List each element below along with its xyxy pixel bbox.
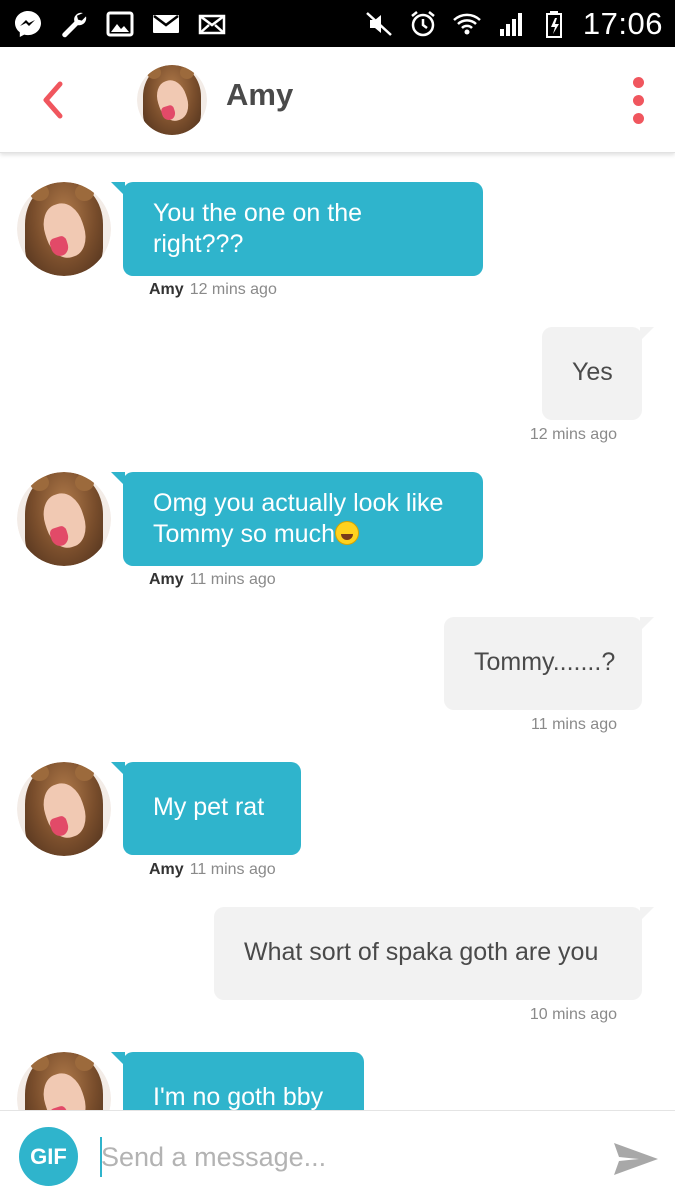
message-text: Yes [572,358,613,386]
alarm-icon [407,8,439,40]
contact-avatar[interactable] [137,65,207,135]
message-bubble-incoming[interactable]: My pet rat [111,762,301,855]
message-sender: Amy [149,281,184,298]
battery-icon [539,8,571,40]
laughing-emoji-icon [334,521,359,545]
contact-name[interactable]: Amy [226,77,293,113]
message-bubble-incoming[interactable]: I'm no goth bby [111,1052,364,1110]
message-bubble-outgoing[interactable]: What sort of spaka goth are you [214,907,654,1000]
notification-icons [12,6,228,42]
sender-avatar[interactable] [17,1052,111,1110]
message-text: Omg you actually look like Tommy so much [153,489,444,548]
message-text: My pet rat [153,793,265,821]
message-input[interactable] [101,1133,581,1181]
chat-header: Amy [0,47,675,153]
message-bubble-outgoing[interactable]: Tommy.......? [444,617,654,710]
sender-avatar[interactable] [17,762,111,856]
message-sender: Amy [149,571,184,588]
message-meta: Amy 11 mins ago [149,861,276,879]
message-time: 11 mins ago [189,571,276,588]
signal-icon [495,8,527,40]
gif-button[interactable]: GIF [19,1127,78,1186]
message-list[interactable]: You the one on the right??? Amy 12 mins a… [0,153,675,1110]
message-sender: Amy [149,861,184,878]
message-bubble-outgoing[interactable]: Yes [542,327,654,420]
status-bar: 17:06 [0,0,675,47]
message-bubble-incoming[interactable]: Omg you actually look like Tommy so much [111,472,483,566]
chevron-left-icon [43,81,63,119]
system-icons: 17:06 [363,4,663,44]
mute-icon [363,8,395,40]
message-time: 12 mins ago [189,281,277,298]
send-button[interactable] [610,1139,660,1179]
message-text: What sort of spaka goth are you [244,938,599,966]
message-text: I'm no goth bby [153,1083,324,1110]
message-bubble-incoming[interactable]: You the one on the right??? [111,182,483,276]
sender-avatar[interactable] [17,182,111,276]
message-composer: GIF [0,1110,675,1200]
wrench-icon [58,8,90,40]
wifi-icon [451,8,483,40]
messenger-icon [12,8,44,40]
sender-avatar[interactable] [17,472,111,566]
message-meta: Amy 11 mins ago [149,571,276,589]
status-time: 17:06 [582,6,663,41]
gallery-icon [104,8,136,40]
message-time: 11 mins ago [189,861,276,878]
gmail-icon [150,8,182,40]
send-icon [614,1143,658,1175]
message-meta: Amy 12 mins ago [149,281,277,299]
message-time: 12 mins ago [529,426,617,443]
message-text: Tommy.......? [474,648,616,676]
more-options-button[interactable] [622,75,656,127]
message-time: 11 mins ago [531,716,617,733]
mail-icon [196,8,228,40]
message-time: 10 mins ago [529,1006,617,1023]
back-button[interactable] [32,77,74,123]
message-text: You the one on the right??? [153,199,362,258]
